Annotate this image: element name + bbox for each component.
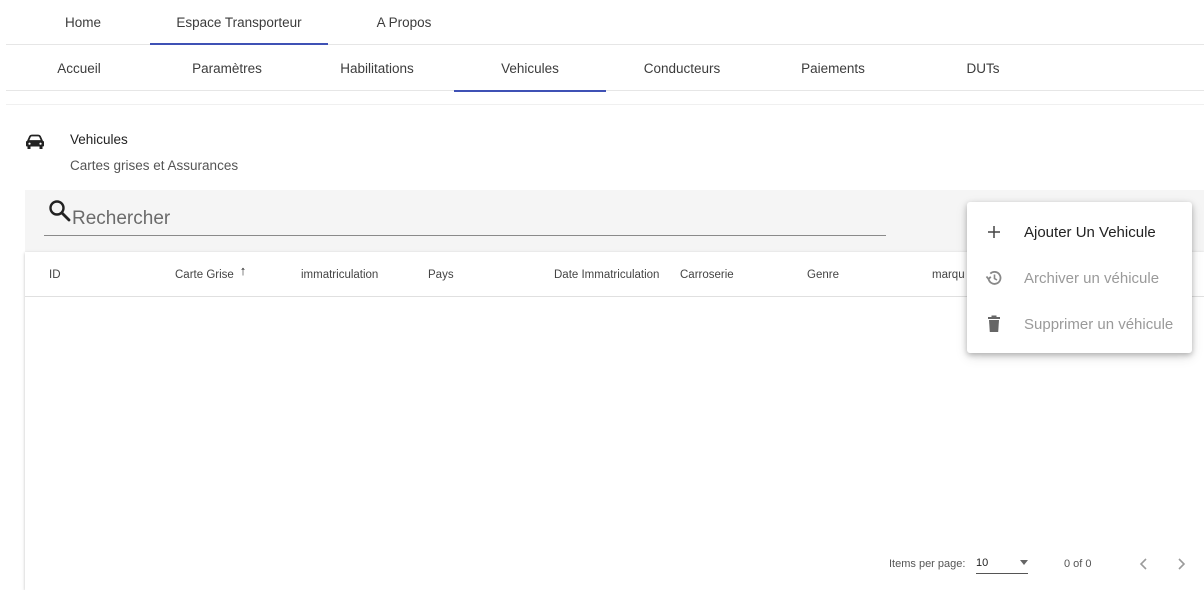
tab-duts[interactable]: DUTs bbox=[908, 45, 1058, 91]
menu-item-delete-vehicle[interactable]: Supprimer un véhicule bbox=[967, 300, 1192, 348]
plus-icon bbox=[984, 222, 1004, 242]
next-page-button[interactable] bbox=[1169, 552, 1193, 576]
tab-a-propos[interactable]: A Propos bbox=[332, 0, 476, 45]
menu-item-label: Archiver un véhicule bbox=[1024, 269, 1160, 287]
column-header-label: Date Immatriculation bbox=[554, 268, 660, 281]
divider bbox=[6, 104, 1204, 105]
items-per-page-label: Items per page: bbox=[889, 558, 966, 570]
column-header-label: Genre bbox=[807, 268, 839, 281]
paginator: Items per page: 10 0 of 0 bbox=[25, 540, 1204, 590]
top-nav: Home Espace Transporteur A Propos bbox=[6, 0, 1204, 45]
column-header-label: Carte Grise bbox=[175, 268, 234, 281]
page-size-select[interactable]: 10 bbox=[976, 552, 1028, 574]
tab-vehicules[interactable]: Vehicules bbox=[454, 45, 606, 92]
sort-arrow-up-icon: ↑ bbox=[239, 263, 247, 278]
menu-item-archive-vehicle[interactable]: Archiver un véhicule bbox=[967, 254, 1192, 302]
column-header-immatriculation[interactable]: immatriculation bbox=[301, 252, 378, 297]
previous-page-button[interactable] bbox=[1132, 552, 1156, 576]
column-header-date-immatriculation[interactable]: Date Immatriculation bbox=[554, 252, 659, 297]
column-header-label: Pays bbox=[428, 268, 454, 281]
column-header-id[interactable]: ID bbox=[49, 252, 61, 297]
tab-parametres[interactable]: Paramètres bbox=[152, 45, 302, 91]
menu-item-label: Ajouter Un Vehicule bbox=[1024, 223, 1156, 241]
sub-nav: Accueil Paramètres Habilitations Vehicul… bbox=[6, 45, 1204, 92]
tab-accueil[interactable]: Accueil bbox=[6, 45, 152, 91]
column-header-carte-grise[interactable]: Carte Grise ↑ bbox=[175, 252, 246, 297]
page-range: 0 of 0 bbox=[1064, 558, 1092, 570]
tab-espace-transporteur[interactable]: Espace Transporteur bbox=[150, 0, 328, 45]
caret-down-icon bbox=[1020, 560, 1028, 565]
column-header-label: immatriculation bbox=[301, 268, 379, 281]
chevron-right-icon bbox=[1178, 558, 1186, 570]
column-header-marque[interactable]: marqu bbox=[932, 252, 965, 297]
menu-item-add-vehicle[interactable]: Ajouter Un Vehicule bbox=[967, 208, 1192, 256]
history-icon bbox=[984, 268, 1004, 288]
column-header-carroserie[interactable]: Carroserie bbox=[680, 252, 734, 297]
chevron-left-icon bbox=[1139, 558, 1147, 570]
tab-paiements[interactable]: Paiements bbox=[758, 45, 908, 91]
column-header-pays[interactable]: Pays bbox=[428, 252, 454, 297]
column-header-genre[interactable]: Genre bbox=[807, 252, 839, 297]
tab-home[interactable]: Home bbox=[43, 0, 123, 45]
section-title: Vehicules bbox=[70, 132, 128, 147]
tab-habilitations[interactable]: Habilitations bbox=[302, 45, 452, 91]
search-input[interactable] bbox=[44, 202, 886, 236]
column-header-label: Carroserie bbox=[680, 268, 734, 281]
menu-item-label: Supprimer un véhicule bbox=[1024, 315, 1174, 333]
page-size-value: 10 bbox=[976, 556, 989, 569]
tab-conducteurs[interactable]: Conducteurs bbox=[606, 45, 758, 91]
section-subtitle: Cartes grises et Assurances bbox=[70, 158, 239, 173]
car-icon bbox=[26, 134, 44, 149]
column-header-label: ID bbox=[49, 268, 61, 281]
trash-icon bbox=[984, 314, 1004, 334]
column-header-label: marqu bbox=[932, 268, 965, 281]
actions-menu: Ajouter Un Vehicule Archiver un véhicule… bbox=[967, 202, 1192, 353]
